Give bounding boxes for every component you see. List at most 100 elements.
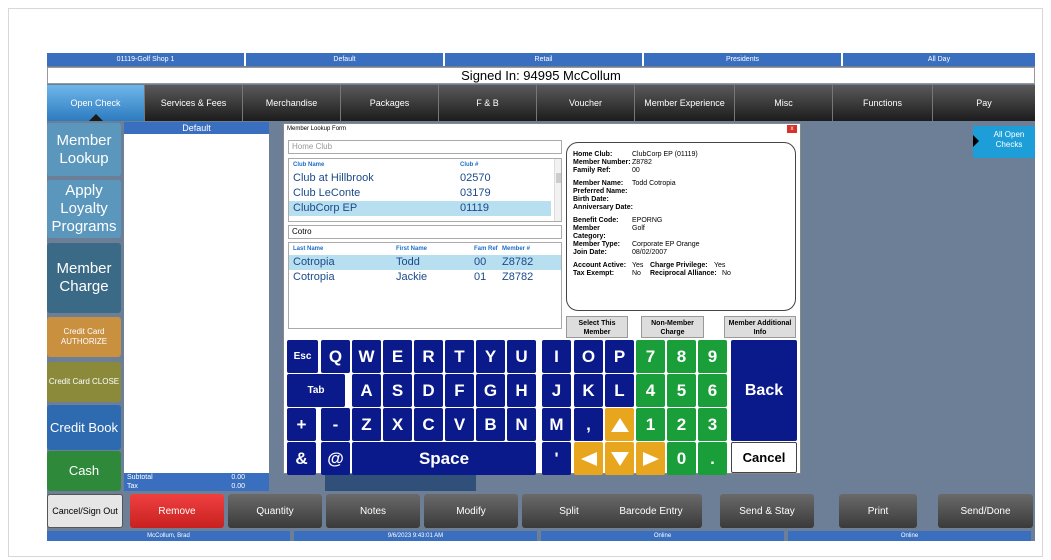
key-u[interactable]: U	[507, 340, 536, 373]
member-lookup-button[interactable]: Member Lookup	[47, 123, 121, 176]
key-p[interactable]: P	[605, 340, 634, 373]
key-back[interactable]: Back	[731, 340, 797, 441]
remove-button[interactable]: Remove	[130, 494, 224, 528]
non-member-charge-button[interactable]: Non-Member Charge	[641, 316, 704, 338]
cancel-sign-out-button[interactable]: Cancel/Sign Out	[47, 494, 123, 528]
key-comma[interactable]: ,	[574, 408, 603, 441]
barcode-entry-button[interactable]: Barcode Entry	[600, 494, 702, 528]
key-cancel[interactable]: Cancel	[731, 442, 797, 473]
key-ampersand[interactable]: &	[287, 442, 316, 475]
member-additional-info-button[interactable]: Member Additional Info	[724, 316, 796, 338]
member-search-input[interactable]: Cotro	[288, 225, 562, 239]
tab-merchandise[interactable]: Merchandise	[243, 85, 341, 121]
key-q[interactable]: Q	[321, 340, 350, 373]
key-y[interactable]: Y	[476, 340, 505, 373]
tab-member-experience[interactable]: Member Experience	[635, 85, 735, 121]
key-d[interactable]: D	[414, 374, 443, 407]
arrow-up-icon[interactable]	[605, 408, 634, 441]
all-open-checks-button[interactable]: All Open Checks	[973, 126, 1035, 158]
modify-button[interactable]: Modify	[424, 494, 518, 528]
key-a[interactable]: A	[352, 374, 381, 407]
footer-status-2: Online	[788, 531, 1031, 541]
tab-fnb[interactable]: F & B	[439, 85, 537, 121]
tab-packages[interactable]: Packages	[341, 85, 439, 121]
key-v[interactable]: V	[445, 408, 474, 441]
arrow-right-icon[interactable]	[636, 442, 665, 475]
tab-services-fees[interactable]: Services & Fees	[145, 85, 243, 121]
print-button[interactable]: Print	[839, 494, 917, 528]
key-w[interactable]: W	[352, 340, 381, 373]
key-4[interactable]: 4	[636, 374, 665, 407]
credit-card-authorize-button[interactable]: Credit Card AUTHORIZE	[47, 317, 121, 357]
quantity-button[interactable]: Quantity	[228, 494, 322, 528]
home-club-input[interactable]: Home Club	[288, 140, 562, 154]
key-z[interactable]: Z	[352, 408, 381, 441]
col-club-num: Club #	[460, 162, 479, 168]
check-items-panel[interactable]	[124, 134, 269, 473]
pos-app: 01119-Golf Shop 1 Default Retail Preside…	[47, 53, 1035, 541]
credit-card-close-button[interactable]: Credit Card CLOSE	[47, 362, 121, 402]
key-7[interactable]: 7	[636, 340, 665, 373]
table-row[interactable]: Cotropia Jackie 01 Z8782	[289, 270, 561, 285]
key-x[interactable]: X	[383, 408, 412, 441]
key-at[interactable]: @	[321, 442, 350, 475]
close-icon[interactable]: x	[787, 125, 797, 133]
tab-misc[interactable]: Misc	[735, 85, 833, 121]
key-j[interactable]: J	[542, 374, 571, 407]
notes-button[interactable]: Notes	[326, 494, 420, 528]
send-stay-button[interactable]: Send & Stay	[720, 494, 814, 528]
key-6[interactable]: 6	[698, 374, 727, 407]
status-type: Retail	[445, 53, 642, 66]
status-profile: Default	[246, 53, 443, 66]
key-c[interactable]: C	[414, 408, 443, 441]
key-e[interactable]: E	[383, 340, 412, 373]
key-5[interactable]: 5	[667, 374, 696, 407]
key-3[interactable]: 3	[698, 408, 727, 441]
member-charge-button[interactable]: Member Charge	[47, 243, 121, 313]
col-member-num: Member #	[502, 246, 531, 252]
key-t[interactable]: T	[445, 340, 474, 373]
key-1[interactable]: 1	[636, 408, 665, 441]
list-item[interactable]: Club at Hillbrook 02570	[289, 171, 561, 186]
key-space[interactable]: Space	[352, 442, 536, 475]
key-k[interactable]: K	[574, 374, 603, 407]
tab-open-check[interactable]: Open Check	[47, 85, 145, 121]
arrow-left-icon[interactable]	[574, 442, 603, 475]
key-f[interactable]: F	[445, 374, 474, 407]
key-plus[interactable]: +	[287, 408, 316, 441]
credit-book-button[interactable]: Credit Book	[47, 405, 121, 450]
apply-loyalty-programs-button[interactable]: Apply Loyalty Programs	[47, 180, 121, 238]
tab-functions[interactable]: Functions	[833, 85, 933, 121]
select-member-button[interactable]: Select This Member	[566, 316, 628, 338]
key-esc[interactable]: Esc	[287, 340, 318, 373]
status-location: 01119-Golf Shop 1	[47, 53, 244, 66]
footer-user: McCollum, Brad	[47, 531, 290, 541]
arrow-down-icon[interactable]	[605, 442, 634, 475]
key-b[interactable]: B	[476, 408, 505, 441]
key-g[interactable]: G	[476, 374, 505, 407]
key-2[interactable]: 2	[667, 408, 696, 441]
key-h[interactable]: H	[507, 374, 536, 407]
cash-button[interactable]: Cash	[47, 451, 121, 491]
key-s[interactable]: S	[383, 374, 412, 407]
key-m[interactable]: M	[542, 408, 571, 441]
send-done-button[interactable]: Send/Done	[938, 494, 1033, 528]
key-0[interactable]: 0	[667, 442, 696, 475]
key-r[interactable]: R	[414, 340, 443, 373]
table-row-selected[interactable]: Cotropia Todd 00 Z8782	[289, 255, 561, 270]
key-decimal[interactable]: .	[698, 442, 727, 475]
key-9[interactable]: 9	[698, 340, 727, 373]
list-item-selected[interactable]: ClubCorp EP 01119	[289, 201, 551, 216]
key-o[interactable]: O	[574, 340, 603, 373]
tab-voucher[interactable]: Voucher	[537, 85, 635, 121]
key-apostrophe[interactable]: '	[542, 442, 571, 475]
club-list-scrollbar[interactable]	[554, 159, 561, 221]
list-item[interactable]: Club LeConte 03179	[289, 186, 561, 201]
key-i[interactable]: I	[542, 340, 571, 373]
tab-pay[interactable]: Pay	[933, 85, 1035, 121]
key-8[interactable]: 8	[667, 340, 696, 373]
key-tab[interactable]: Tab	[287, 374, 345, 407]
key-n[interactable]: N	[507, 408, 536, 441]
key-l[interactable]: L	[605, 374, 634, 407]
key-minus[interactable]: -	[321, 408, 350, 441]
